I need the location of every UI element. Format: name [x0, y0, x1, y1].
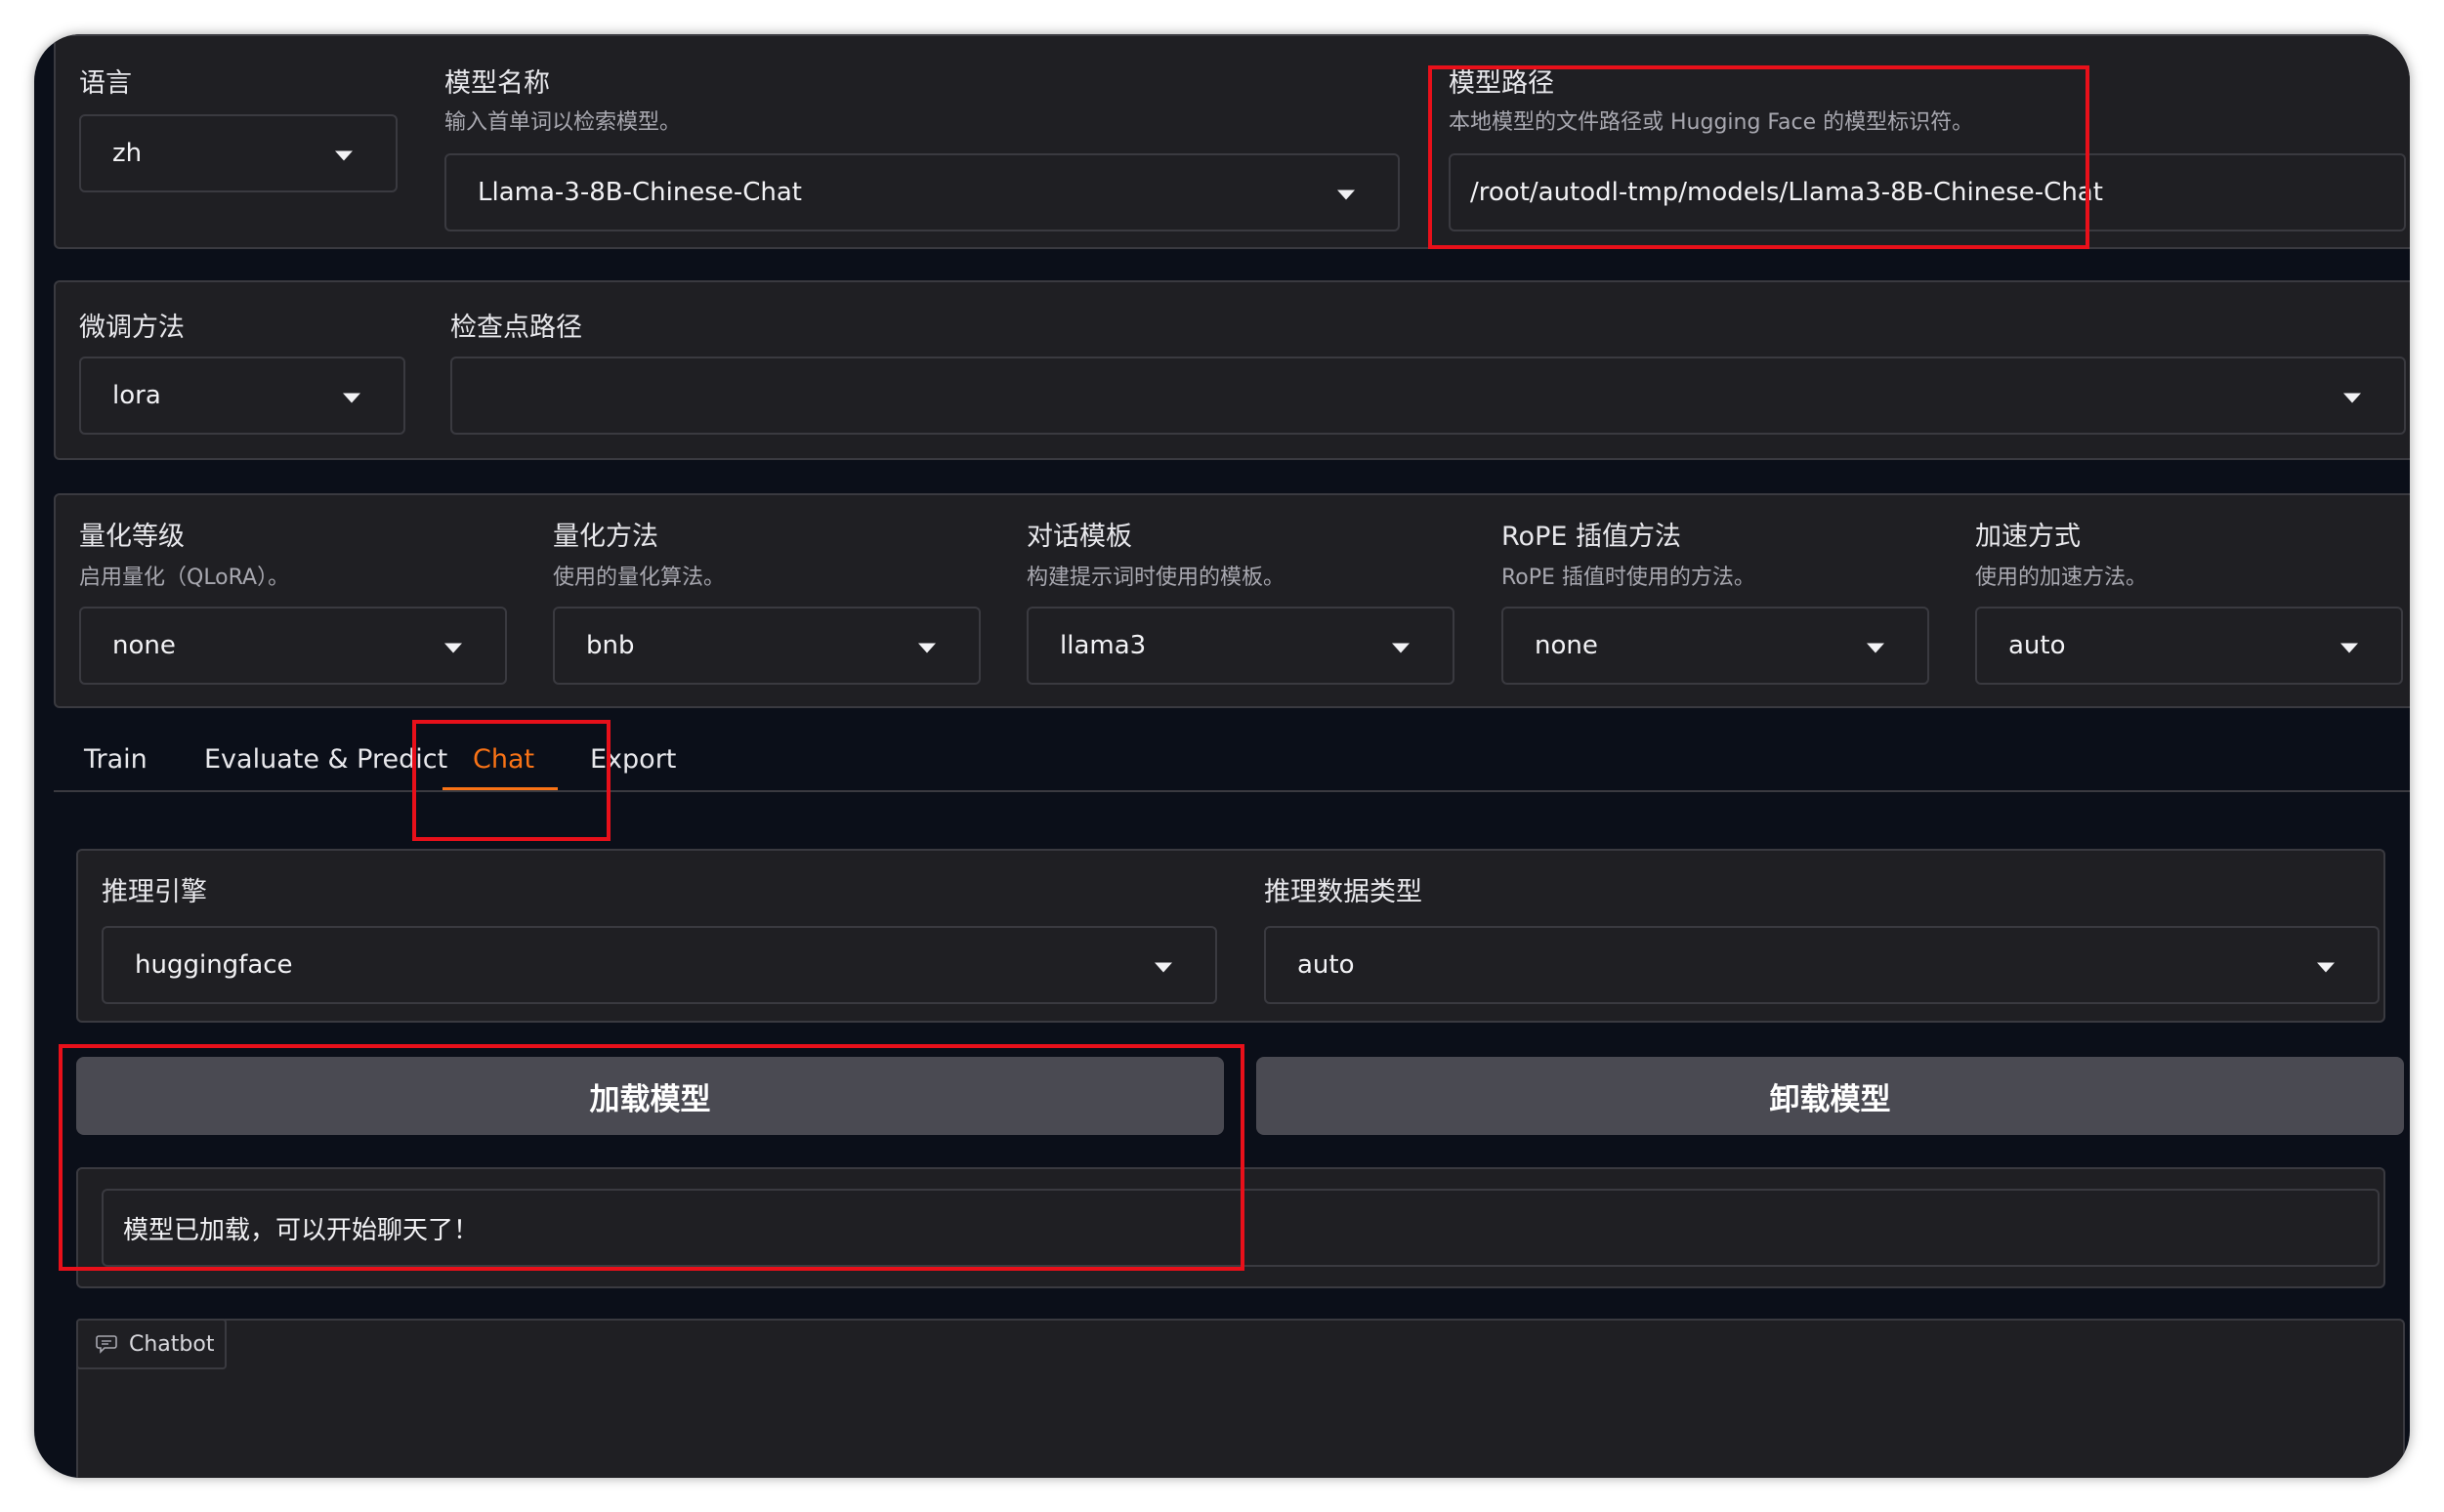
chatbot-label-badge: Chatbot	[76, 1319, 227, 1369]
status-text: 模型已加载，可以开始聊天了！	[123, 1215, 480, 1245]
model-path-value: /root/autodl-tmp/models/Llama3-8B-Chines…	[1470, 178, 2103, 207]
language-dropdown[interactable]: zh	[79, 114, 398, 192]
chevron-down-icon	[2317, 962, 2335, 973]
highlight-box-chat-tab	[412, 720, 611, 841]
infer-dtype-value: auto	[1297, 950, 1355, 980]
template-info: 构建提示词时使用的模板。	[1027, 566, 1285, 590]
unload-model-button[interactable]: 卸载模型	[1256, 1057, 2404, 1135]
booster-label: 加速方式	[1975, 522, 2081, 552]
model-name-value: Llama-3-8B-Chinese-Chat	[478, 178, 802, 207]
chevron-down-icon	[2343, 393, 2361, 403]
tab-train[interactable]: Train	[84, 744, 147, 775]
chatbot-panel	[76, 1319, 2405, 1478]
model-name-info: 输入首单词以检索模型。	[444, 110, 682, 135]
model-path-info: 本地模型的文件路径或 Hugging Face 的模型标识符。	[1449, 110, 1974, 135]
tab-export[interactable]: Export	[590, 744, 676, 775]
booster-info: 使用的加速方法。	[1975, 566, 2148, 590]
language-label: 语言	[79, 68, 132, 99]
infer-backend-dropdown[interactable]: huggingface	[102, 926, 1217, 1004]
load-model-button[interactable]: 加载模型	[76, 1057, 1224, 1135]
quant-bit-dropdown[interactable]: none	[79, 607, 507, 685]
chevron-down-icon	[335, 150, 353, 161]
template-label: 对话模板	[1027, 522, 1132, 552]
chat-bubble-icon	[96, 1335, 117, 1354]
chevron-down-icon	[1337, 189, 1355, 200]
quant-method-label: 量化方法	[553, 522, 658, 552]
status-textbox: 模型已加载，可以开始聊天了！	[102, 1189, 2380, 1267]
tab-chat[interactable]: Chat	[473, 744, 534, 775]
language-value: zh	[112, 139, 143, 168]
tab-divider	[54, 790, 2410, 792]
checkpoint-label: 检查点路径	[450, 313, 582, 343]
chevron-down-icon	[1155, 962, 1172, 973]
rope-label: RoPE 插值方法	[1501, 522, 1681, 552]
quant-bit-label: 量化等级	[79, 522, 185, 552]
finetune-method-label: 微调方法	[79, 313, 185, 343]
quant-method-info: 使用的量化算法。	[553, 566, 726, 590]
chatbot-label: Chatbot	[129, 1331, 215, 1357]
app-window: 语言 zh 模型名称 输入首单词以检索模型。 Llama-3-8B-Chines…	[34, 34, 2410, 1478]
model-name-dropdown[interactable]: Llama-3-8B-Chinese-Chat	[444, 153, 1400, 231]
booster-dropdown[interactable]: auto	[1975, 607, 2403, 685]
chevron-down-icon	[1867, 643, 1884, 653]
infer-backend-value: huggingface	[135, 950, 293, 980]
quant-bit-info: 启用量化（QLoRA）。	[79, 566, 290, 590]
infer-dtype-dropdown[interactable]: auto	[1264, 926, 2380, 1004]
tab-evaluate-predict[interactable]: Evaluate & Predict	[204, 744, 447, 775]
quant-method-dropdown[interactable]: bnb	[553, 607, 981, 685]
chevron-down-icon	[1392, 643, 1410, 653]
infer-backend-label: 推理引擎	[102, 877, 207, 907]
chevron-down-icon	[918, 643, 936, 653]
infer-dtype-label: 推理数据类型	[1264, 877, 1422, 907]
rope-dropdown[interactable]: none	[1501, 607, 1929, 685]
chevron-down-icon	[444, 643, 462, 653]
chevron-down-icon	[343, 393, 360, 403]
model-path-label: 模型路径	[1449, 68, 1554, 99]
checkpoint-dropdown[interactable]	[450, 357, 2406, 435]
model-path-input[interactable]: /root/autodl-tmp/models/Llama3-8B-Chines…	[1449, 153, 2406, 231]
finetune-method-dropdown[interactable]: lora	[79, 357, 405, 435]
model-name-label: 模型名称	[444, 68, 550, 99]
template-dropdown[interactable]: llama3	[1027, 607, 1454, 685]
rope-info: RoPE 插值时使用的方法。	[1501, 566, 1755, 590]
chevron-down-icon	[2340, 643, 2358, 653]
